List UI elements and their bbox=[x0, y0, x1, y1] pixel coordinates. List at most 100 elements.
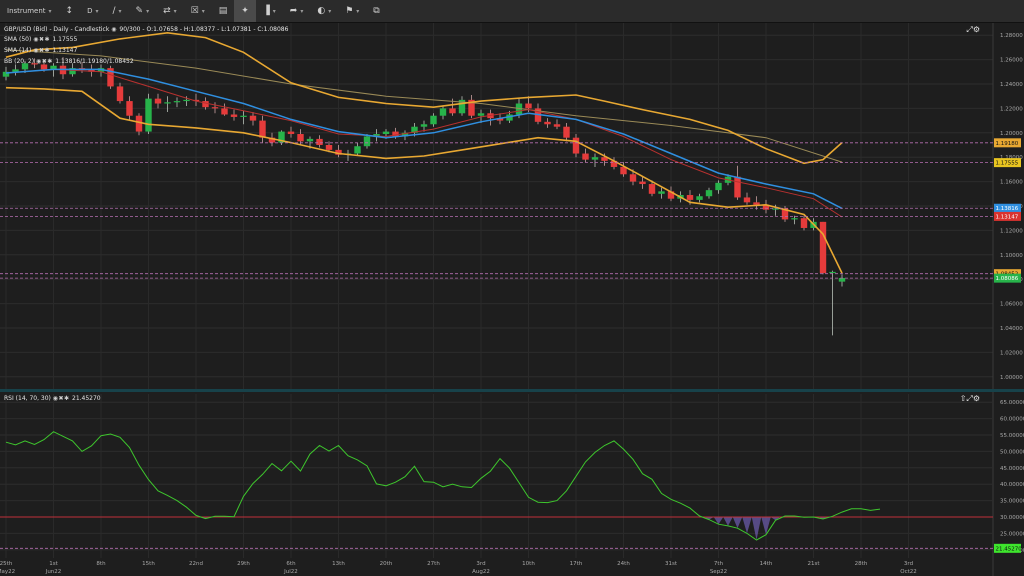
candle-body[interactable] bbox=[164, 102, 171, 104]
candle-body[interactable] bbox=[648, 184, 656, 194]
candle-body[interactable] bbox=[154, 98, 162, 104]
y-tick-label: 65.00000 bbox=[1000, 400, 1024, 406]
candle-body[interactable] bbox=[40, 64, 48, 70]
candle-body[interactable] bbox=[259, 120, 266, 138]
candle-body[interactable] bbox=[420, 124, 428, 127]
price-chart[interactable]: 1.280001.260001.240001.220001.200001.180… bbox=[0, 23, 1024, 389]
candle-body[interactable] bbox=[525, 103, 532, 109]
indicator-legend-bb[interactable]: BB (20, 2) ◉✖✱ 1.13816/1.19180/1.08452 bbox=[4, 58, 134, 65]
candle-body[interactable] bbox=[135, 115, 143, 132]
x-tick-month-label: Sep22 bbox=[710, 569, 727, 575]
x-tick-label: 25th bbox=[0, 561, 13, 567]
x-tick-label: 8th bbox=[96, 561, 106, 567]
y-tick-label: 1.12000 bbox=[1000, 228, 1023, 234]
toolbar-label: D bbox=[87, 7, 93, 15]
candle-body[interactable] bbox=[572, 137, 580, 154]
candle-body[interactable] bbox=[686, 195, 694, 200]
theme-button[interactable]: ◐ ▾ bbox=[310, 0, 338, 22]
candle-body[interactable] bbox=[221, 108, 228, 115]
share-button[interactable]: ➦ ▾ bbox=[283, 0, 311, 22]
candle-body[interactable] bbox=[145, 98, 152, 132]
candle-body[interactable] bbox=[553, 124, 561, 127]
line-tools-icon: ∕ bbox=[112, 6, 116, 16]
candle-body[interactable] bbox=[705, 190, 713, 197]
candle-body[interactable] bbox=[287, 131, 295, 135]
x-tick-label: 3rd bbox=[476, 561, 485, 567]
candle-body[interactable] bbox=[382, 131, 390, 135]
line-tools-button[interactable]: ∕ ▾ bbox=[105, 0, 128, 22]
crosshair-icon: ✦ bbox=[241, 6, 249, 16]
x-tick-label: 28th bbox=[855, 561, 868, 567]
y-tick-label: 55.00000 bbox=[1000, 433, 1024, 439]
panel-move-icon[interactable]: ⇧⤢⚙ bbox=[960, 394, 980, 404]
chevron-down-icon: ▾ bbox=[146, 7, 150, 15]
expand-icon[interactable]: ⤢⚙ bbox=[966, 25, 980, 35]
bar-chart-button[interactable]: ▐ ▾ bbox=[256, 0, 283, 22]
candle-body[interactable] bbox=[306, 138, 314, 142]
price-tag-label: 1.13147 bbox=[996, 214, 1019, 220]
indicator-controls-icon[interactable]: ◉✖✱ bbox=[53, 395, 72, 402]
window-button[interactable]: ⧉ bbox=[366, 0, 386, 22]
candle-body[interactable] bbox=[544, 121, 551, 125]
layout-button[interactable]: ▤ bbox=[212, 0, 235, 22]
indicator-legend-sma14[interactable]: SMA (14) ◉✖✱ 1.13147 bbox=[4, 47, 77, 54]
candle-body[interactable] bbox=[791, 218, 798, 220]
candle-body[interactable] bbox=[658, 191, 665, 194]
candle-body[interactable] bbox=[116, 86, 124, 102]
candle-body[interactable] bbox=[629, 174, 637, 182]
price-chart-panel[interactable]: 1.280001.260001.240001.220001.200001.180… bbox=[0, 23, 1024, 389]
candle-body[interactable] bbox=[591, 157, 599, 160]
candle-body[interactable] bbox=[696, 196, 703, 200]
candle-body[interactable] bbox=[753, 202, 760, 205]
indicator-controls-icon[interactable]: ◉✖✱ bbox=[33, 47, 52, 54]
indicator-value: 1.13147 bbox=[52, 47, 78, 54]
indicator-controls-icon[interactable]: ◉✖✱ bbox=[36, 58, 55, 65]
indicator-value: 1.17555 bbox=[52, 36, 78, 43]
candle-body[interactable] bbox=[126, 101, 133, 116]
candle-body[interactable] bbox=[582, 153, 589, 160]
candle-body[interactable] bbox=[202, 101, 209, 108]
candle-body[interactable] bbox=[430, 115, 437, 125]
drawing-mode-icon: ↕ bbox=[65, 6, 74, 16]
candle-body[interactable] bbox=[249, 115, 257, 121]
candle-body[interactable] bbox=[829, 271, 836, 274]
crosshair-button[interactable]: ✦ bbox=[234, 0, 256, 22]
candle-body[interactable] bbox=[734, 176, 741, 198]
candle-body[interactable] bbox=[363, 136, 371, 147]
rsi-legend[interactable]: RSI (14, 70, 30) ◉✖✱ 21.45270 bbox=[4, 395, 101, 402]
candle-body[interactable] bbox=[439, 108, 447, 116]
candle-body[interactable] bbox=[297, 134, 304, 142]
candle-body[interactable] bbox=[639, 181, 646, 185]
candle-body[interactable] bbox=[211, 107, 219, 109]
candle-body[interactable] bbox=[354, 146, 361, 154]
candle-body[interactable] bbox=[800, 218, 808, 228]
y-tick-label: 1.00000 bbox=[1000, 375, 1023, 381]
candle-body[interactable] bbox=[325, 145, 333, 150]
pencil-button[interactable]: ✎ ▾ bbox=[129, 0, 157, 22]
candle-body[interactable] bbox=[743, 197, 751, 203]
instrument-menu[interactable]: Instrument ▾ bbox=[0, 0, 59, 22]
candle-body[interactable] bbox=[183, 99, 190, 102]
drawing-mode-button[interactable]: ↕ bbox=[59, 0, 81, 22]
candle-body[interactable] bbox=[715, 182, 722, 191]
candle-body[interactable] bbox=[563, 126, 570, 138]
indicator-legend-sma50[interactable]: SMA (50) ◉✖✱ 1.17555 bbox=[4, 36, 77, 43]
x-tick-month-label: Jun22 bbox=[45, 569, 62, 575]
indicator-controls-icon[interactable]: ◉✖✱ bbox=[33, 36, 52, 43]
candle-body[interactable] bbox=[449, 108, 456, 114]
candle-body[interactable] bbox=[173, 101, 181, 103]
period-selector[interactable]: D ▾ bbox=[80, 0, 105, 22]
candle-body[interactable] bbox=[477, 113, 485, 116]
candle-body[interactable] bbox=[230, 114, 238, 117]
candle-body[interactable] bbox=[316, 138, 323, 145]
indicators-button[interactable]: ⇄ ▾ bbox=[156, 0, 184, 22]
indicator-value: 21.45270 bbox=[72, 395, 101, 402]
chevron-down-icon: ▾ bbox=[48, 7, 52, 15]
candle-body[interactable] bbox=[240, 115, 247, 117]
rsi-panel[interactable]: 65.00000 60.00000 55.00000 50.00000 45.00000… bbox=[0, 392, 1024, 576]
trash-button[interactable]: ☒ ▾ bbox=[184, 0, 212, 22]
flag-button[interactable]: ⚑ ▾ bbox=[338, 0, 366, 22]
candle-body[interactable] bbox=[819, 221, 827, 274]
chevron-down-icon: ▾ bbox=[173, 7, 177, 15]
rsi-chart[interactable]: 65.00000 60.00000 55.00000 50.00000 45.00000… bbox=[0, 392, 1024, 576]
